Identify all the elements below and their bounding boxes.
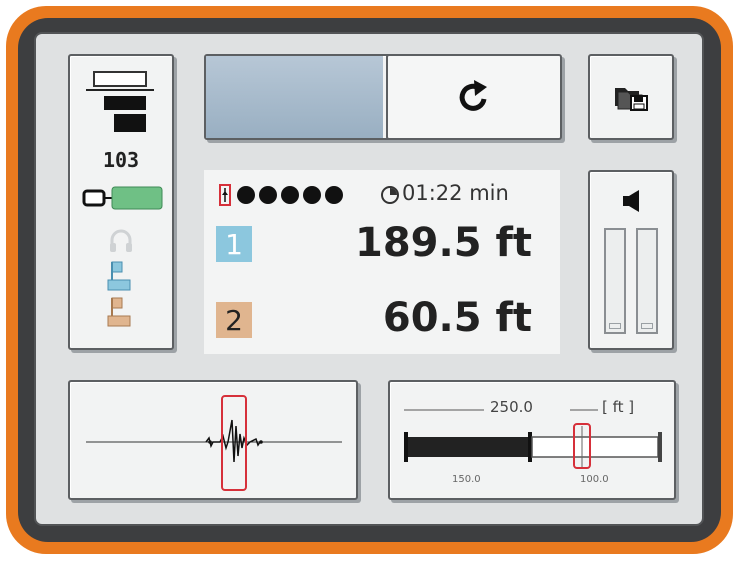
marker-1-flag-icon [107,261,131,291]
timer-text: 01:22 min [402,181,509,205]
folder-save-button[interactable] [588,54,674,140]
refresh-button[interactable] [386,56,560,138]
quality-dot [281,186,299,204]
progress-fill [206,56,383,138]
range-tick-right: 100.0 [580,474,609,485]
marker-1-badge: 1 [216,226,252,262]
quality-dot [259,186,277,204]
gain-value: 103 [102,148,140,172]
range-total: 250.0 [490,398,533,416]
range-panel[interactable]: 250.0 [ ft ] 150.0 100.0 [388,380,676,500]
marker-2-label: 2 [225,303,243,337]
quality-dot [237,186,255,204]
progress-bar [204,54,562,140]
range-unit: [ ft ] [602,398,635,416]
speaker-icon [623,190,639,212]
signal-bars-icon [86,71,154,132]
marker-2-flag-icon [107,297,131,327]
quality-dot [303,186,321,204]
marker-1-label: 1 [225,227,243,261]
volume-meter-right [636,228,658,334]
headphones-icon [110,229,132,252]
marker-1-distance: 189.5 ft [355,220,532,266]
battery-icon [82,186,163,210]
range-tick-left: 150.0 [452,474,481,485]
status-panel: 103 [68,54,174,350]
signal-quality-icon [219,184,343,206]
volume-meter-left [604,228,626,334]
marker-2-badge: 2 [216,302,252,338]
volume-panel[interactable] [588,170,674,350]
timer-icon [381,186,399,204]
waveform [86,395,342,491]
quality-dot [325,186,343,204]
marker-2-distance: 60.5 ft [382,295,532,341]
distance-readout: 01:22 min 1 189.5 ft 2 60.5 ft [204,170,560,354]
refresh-icon [459,80,487,111]
folder-save-icon [615,88,648,111]
waveform-panel[interactable] [68,380,358,500]
